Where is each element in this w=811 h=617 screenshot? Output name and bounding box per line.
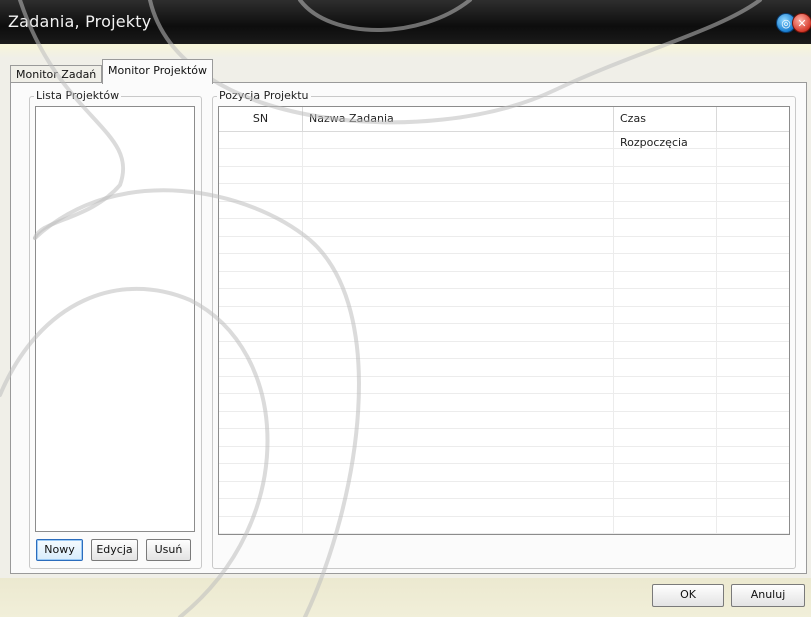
table-row[interactable] — [219, 430, 789, 447]
window-title: Zadania, Projekty — [8, 12, 152, 31]
project-list-box[interactable] — [35, 106, 195, 532]
table-header: SN Nazwa Zadania Czas Rozpoczęcia — [219, 107, 789, 149]
ok-button[interactable]: OK — [652, 584, 724, 607]
cancel-button[interactable]: Anuluj — [731, 584, 805, 607]
table-row[interactable] — [219, 342, 789, 359]
table-row[interactable] — [219, 482, 789, 499]
column-header-nazwa-zadania[interactable]: Nazwa Zadania — [303, 107, 614, 131]
table-row[interactable] — [219, 272, 789, 289]
table-row[interactable] — [219, 237, 789, 254]
table-body — [219, 132, 789, 534]
project-position-table[interactable]: SN Nazwa Zadania Czas Rozpoczęcia — [218, 106, 790, 535]
table-row[interactable] — [219, 360, 789, 377]
table-row[interactable] — [219, 290, 789, 307]
client-top-gradient — [0, 44, 811, 58]
table-row[interactable] — [219, 220, 789, 237]
close-icon[interactable]: ✕ — [792, 13, 811, 33]
table-row[interactable] — [219, 255, 789, 272]
table-row[interactable] — [219, 500, 789, 517]
edit-project-button[interactable]: Edycja — [91, 539, 138, 561]
table-row[interactable] — [219, 185, 789, 202]
new-project-button[interactable]: Nowy — [36, 539, 83, 561]
table-row[interactable] — [219, 150, 789, 167]
table-row[interactable] — [219, 307, 789, 324]
dialog-button-bar: OK Anuluj — [0, 578, 811, 617]
group-label-pozycja-projektu: Pozycja Projektu — [217, 89, 311, 102]
column-header-sn[interactable]: SN — [219, 107, 303, 131]
table-row[interactable] — [219, 132, 789, 149]
table-row[interactable] — [219, 377, 789, 394]
table-row[interactable] — [219, 202, 789, 219]
column-header-czas-rozpoczecia[interactable]: Czas Rozpoczęcia — [614, 107, 717, 149]
table-row[interactable] — [219, 447, 789, 464]
table-row[interactable] — [219, 395, 789, 412]
table-row[interactable] — [219, 412, 789, 429]
group-label-lista-projektow: Lista Projektów — [34, 89, 122, 102]
tab-monitor-projektow[interactable]: Monitor Projektów — [102, 59, 213, 84]
title-bar: Zadania, Projekty ◎ ✕ — [0, 0, 811, 44]
table-row[interactable] — [219, 517, 789, 534]
table-row[interactable] — [219, 325, 789, 342]
table-row[interactable] — [219, 167, 789, 184]
column-header-extra[interactable] — [717, 107, 789, 131]
delete-project-button[interactable]: Usuń — [146, 539, 191, 561]
table-row[interactable] — [219, 465, 789, 482]
